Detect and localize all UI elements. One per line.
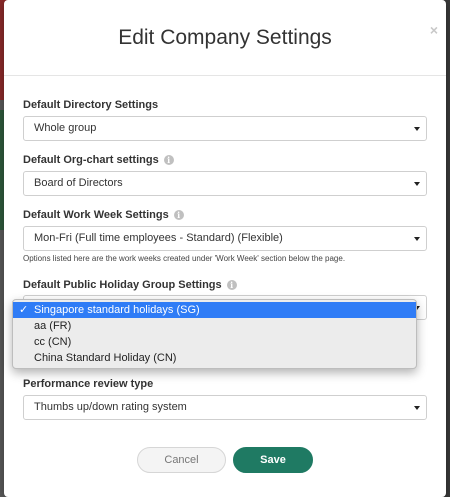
workweek-select-value: Mon-Fri (Full time employees - Standard)… bbox=[34, 232, 283, 244]
dropdown-option[interactable]: aa (FR) bbox=[13, 318, 416, 334]
workweek-hint: Options listed here are the work weeks c… bbox=[23, 254, 346, 263]
modal-header: Edit Company Settings × bbox=[4, 0, 446, 76]
holiday-dropdown-menu: ✓ Singapore standard holidays (SG) aa (F… bbox=[12, 299, 417, 369]
directory-settings-label: Default Directory Settings bbox=[23, 99, 158, 111]
dropdown-option-label: cc (CN) bbox=[34, 336, 72, 348]
workweek-label-text: Default Work Week Settings bbox=[23, 209, 169, 221]
holiday-label-text: Default Public Holiday Group Settings bbox=[23, 279, 222, 291]
modal-title: Edit Company Settings bbox=[118, 26, 332, 49]
info-icon[interactable]: i bbox=[173, 210, 184, 220]
dropdown-option[interactable]: China Standard Holiday (CN) bbox=[13, 350, 416, 366]
orgchart-settings-select[interactable]: Board of Directors bbox=[23, 171, 427, 196]
orgchart-select-value: Board of Directors bbox=[34, 177, 123, 189]
directory-select-value: Whole group bbox=[34, 122, 97, 134]
dropdown-option[interactable]: ✓ Singapore standard holidays (SG) bbox=[13, 302, 416, 318]
chevron-down-icon bbox=[414, 237, 420, 241]
orgchart-label-text: Default Org-chart settings bbox=[23, 154, 159, 166]
performance-label-text: Performance review type bbox=[23, 378, 154, 390]
dropdown-option-label: Singapore standard holidays (SG) bbox=[34, 304, 200, 316]
save-button[interactable]: Save bbox=[233, 447, 313, 473]
dropdown-option-label: aa (FR) bbox=[34, 320, 72, 332]
holiday-settings-label: Default Public Holiday Group Settings i bbox=[23, 279, 237, 291]
performance-review-label: Performance review type bbox=[23, 378, 153, 390]
dropdown-option[interactable]: cc (CN) bbox=[13, 334, 416, 350]
workweek-settings-label: Default Work Week Settings i bbox=[23, 209, 184, 221]
directory-label-text: Default Directory Settings bbox=[23, 99, 159, 111]
chevron-down-icon bbox=[414, 127, 420, 131]
dropdown-option-label: China Standard Holiday (CN) bbox=[34, 352, 177, 364]
info-icon[interactable]: i bbox=[163, 155, 174, 165]
close-icon[interactable]: × bbox=[430, 22, 438, 38]
directory-settings-select[interactable]: Whole group bbox=[23, 116, 427, 141]
orgchart-settings-label: Default Org-chart settings i bbox=[23, 154, 174, 166]
chevron-down-icon bbox=[414, 182, 420, 186]
performance-select-value: Thumbs up/down rating system bbox=[34, 401, 187, 413]
performance-review-select[interactable]: Thumbs up/down rating system bbox=[23, 395, 427, 420]
cancel-button[interactable]: Cancel bbox=[137, 447, 226, 473]
edit-company-settings-modal: Edit Company Settings × Default Director… bbox=[4, 0, 446, 497]
chevron-down-icon bbox=[414, 406, 420, 410]
info-icon[interactable]: i bbox=[226, 280, 237, 290]
workweek-settings-select[interactable]: Mon-Fri (Full time employees - Standard)… bbox=[23, 226, 427, 251]
checkmark-icon: ✓ bbox=[19, 304, 29, 316]
